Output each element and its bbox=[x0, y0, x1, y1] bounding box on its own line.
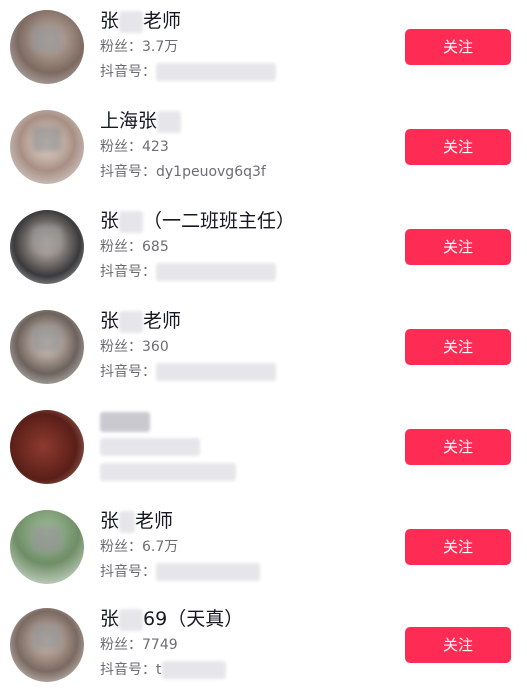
user-avatar[interactable] bbox=[10, 310, 84, 384]
name-mosaic bbox=[119, 310, 144, 333]
user-row[interactable]: 张 69（天真） 粉丝：7749 抖音号：t 关注 bbox=[0, 598, 527, 698]
user-name[interactable]: 张 （一二班班主任） bbox=[100, 208, 295, 234]
user-name-prefix: 张 bbox=[100, 310, 120, 332]
douyin-id-line: 抖音号： bbox=[100, 561, 260, 583]
name-mosaic bbox=[157, 110, 182, 133]
fans-mosaic bbox=[100, 438, 200, 456]
follow-button[interactable]: 关注 bbox=[405, 529, 511, 565]
user-avatar[interactable] bbox=[10, 510, 84, 584]
name-mosaic bbox=[119, 210, 144, 233]
fans-count: 粉丝：6.7万 bbox=[100, 539, 179, 555]
user-name-prefix: 张 bbox=[100, 210, 120, 232]
follow-button[interactable]: 关注 bbox=[405, 329, 511, 365]
user-avatar[interactable] bbox=[10, 10, 84, 84]
user-name-suffix: （一二班班主任） bbox=[143, 210, 296, 232]
user-name-prefix: 张 bbox=[100, 10, 120, 32]
douyin-id-value: t bbox=[156, 662, 162, 678]
user-avatar[interactable] bbox=[10, 608, 84, 682]
follow-button[interactable]: 关注 bbox=[405, 429, 511, 465]
user-name[interactable]: 张 老师 bbox=[100, 8, 181, 34]
douyin-id-line bbox=[100, 461, 236, 483]
user-row[interactable]: 张 老师 粉丝：3.7万 抖音号： 关注 bbox=[0, 0, 527, 100]
douyin-id-label: 抖音号： bbox=[100, 364, 156, 380]
user-name-suffix: 69（天真） bbox=[143, 608, 244, 630]
user-name[interactable]: 张 老师 bbox=[100, 308, 181, 334]
douyin-id-line: 抖音号：t bbox=[100, 659, 226, 681]
fans-count: 粉丝：3.7万 bbox=[100, 39, 179, 55]
user-name-prefix: 上海张 bbox=[100, 110, 158, 132]
user-name[interactable]: 张老师 bbox=[100, 508, 173, 534]
user-row[interactable]: 张老师 粉丝：6.7万 抖音号： 关注 bbox=[0, 500, 527, 600]
user-name-suffix: 老师 bbox=[135, 510, 174, 532]
avatar-mosaic bbox=[32, 526, 62, 552]
user-name-suffix: 老师 bbox=[143, 10, 182, 32]
douyin-id-label: 抖音号： bbox=[100, 662, 156, 678]
follow-button[interactable]: 关注 bbox=[405, 29, 511, 65]
user-avatar[interactable] bbox=[10, 210, 84, 284]
user-name-prefix: 张 bbox=[100, 608, 120, 630]
douyin-id-mosaic bbox=[161, 661, 226, 679]
avatar-mosaic bbox=[32, 226, 62, 252]
fans-count: 粉丝：360 bbox=[100, 339, 169, 355]
follow-button[interactable]: 关注 bbox=[405, 229, 511, 265]
douyin-id-line: 抖音号：dy1peuovg6q3f bbox=[100, 161, 266, 183]
user-name[interactable]: 上海张 bbox=[100, 108, 182, 134]
douyin-id-label: 抖音号： bbox=[100, 64, 156, 80]
user-row[interactable]: 上海张 粉丝：423 抖音号：dy1peuovg6q3f 关注 bbox=[0, 100, 527, 200]
avatar-mosaic bbox=[32, 126, 62, 152]
name-mosaic bbox=[119, 510, 136, 533]
avatar-mosaic bbox=[32, 326, 62, 352]
fans-count bbox=[100, 436, 200, 458]
follow-button[interactable]: 关注 bbox=[405, 627, 511, 663]
user-name-prefix: 张 bbox=[100, 510, 120, 532]
douyin-id-mosaic bbox=[156, 363, 276, 381]
douyin-id-mosaic bbox=[156, 563, 260, 581]
douyin-id-value: dy1peuovg6q3f bbox=[156, 164, 266, 180]
name-mosaic bbox=[119, 10, 144, 33]
fans-count: 粉丝：7749 bbox=[100, 637, 178, 653]
user-avatar[interactable] bbox=[10, 110, 84, 184]
user-avatar[interactable] bbox=[10, 410, 84, 484]
douyin-id-label: 抖音号： bbox=[100, 264, 156, 280]
follow-button[interactable]: 关注 bbox=[405, 129, 511, 165]
avatar-mosaic bbox=[32, 26, 62, 52]
fans-count: 粉丝：685 bbox=[100, 239, 169, 255]
user-name[interactable]: 张 69（天真） bbox=[100, 606, 243, 632]
avatar-mosaic bbox=[32, 624, 62, 650]
user-row[interactable]: 关注 bbox=[0, 400, 527, 500]
douyin-id-label: 抖音号： bbox=[100, 164, 156, 180]
douyin-id-line: 抖音号： bbox=[100, 361, 276, 383]
user-row[interactable]: 张 （一二班班主任） 粉丝：685 抖音号： 关注 bbox=[0, 200, 527, 300]
user-name-suffix: 老师 bbox=[143, 310, 182, 332]
user-name[interactable] bbox=[100, 408, 150, 434]
douyin-id-mosaic bbox=[100, 463, 236, 481]
douyin-id-mosaic bbox=[156, 63, 276, 81]
name-mosaic bbox=[100, 411, 150, 432]
douyin-id-line: 抖音号： bbox=[100, 61, 276, 83]
douyin-id-line: 抖音号： bbox=[100, 261, 276, 283]
fans-count: 粉丝：423 bbox=[100, 139, 169, 155]
user-row[interactable]: 张 老师 粉丝：360 抖音号： 关注 bbox=[0, 300, 527, 400]
name-mosaic bbox=[119, 608, 144, 631]
user-list: 张老师 粉丝：3.7万 抖音号： 关注 上海张 粉丝：423 抖音号：dy1pe… bbox=[0, 0, 527, 690]
douyin-id-mosaic bbox=[156, 263, 276, 281]
douyin-id-label: 抖音号： bbox=[100, 564, 156, 580]
